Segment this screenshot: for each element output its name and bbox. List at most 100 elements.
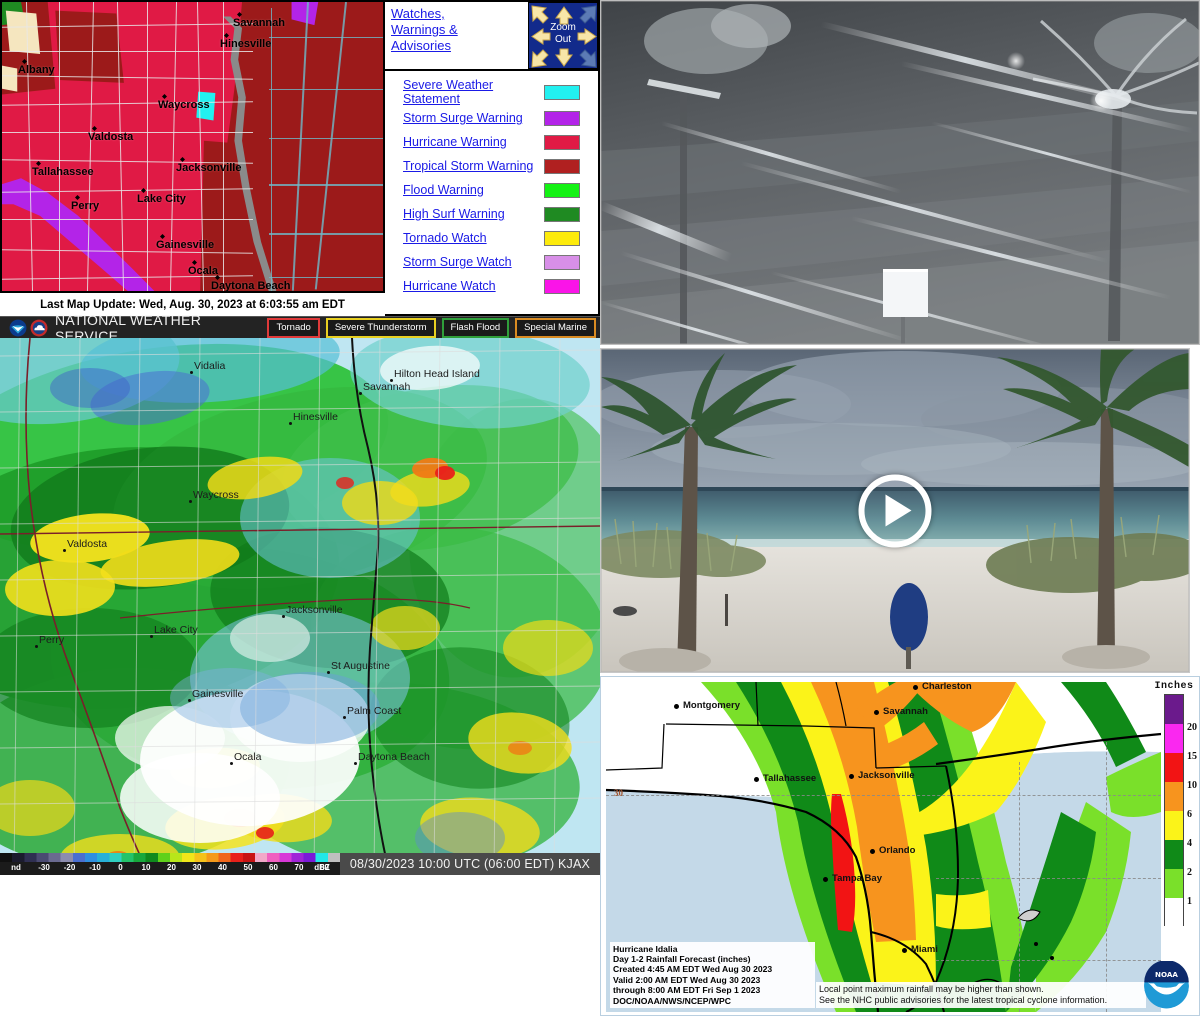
pan-south-arrow-icon — [555, 48, 573, 67]
alert-button-tornado[interactable]: Tornado — [267, 317, 320, 338]
city-label: Daytona Beach — [211, 280, 291, 292]
legend-row[interactable]: High Surf Warning — [385, 202, 598, 226]
pan-east-arrow-icon — [577, 28, 597, 45]
legend-header: Watches, Warnings & Advisories Zoom Out — [385, 2, 598, 71]
longitude-gridline — [1106, 742, 1107, 1012]
legend-item-link[interactable]: Tropical Storm Warning — [403, 159, 544, 173]
dbz-tick-label: -30 — [38, 863, 50, 872]
legend-color-swatch — [544, 254, 580, 270]
warnings-map-image[interactable]: Savannah Hinesville Albany Waycross Valdosta… — [0, 0, 385, 293]
legend-title-link[interactable]: Watches, Warnings & Advisories — [385, 2, 525, 54]
radar-reflectivity-image[interactable]: Vidalia Savannah Hilton Head Island Hinesvi… — [0, 338, 600, 875]
city-label: Waycross — [158, 99, 210, 111]
rain-caption-line: Hurricane Idalia — [613, 943, 678, 954]
legend-row[interactable]: Storm Surge Warning — [385, 106, 598, 130]
radar-panel[interactable]: Vidalia Savannah Hilton Head Island Hinesvi… — [0, 338, 600, 875]
rainfall-forecast-map[interactable]: 30 Montgomery Savannah Tallahassee Jacksonv… — [606, 682, 1161, 1012]
rain-legend-segment — [1165, 811, 1183, 840]
ir-storm-camera-panel[interactable] — [600, 0, 1200, 345]
radar-city-dot — [289, 422, 292, 425]
rain-city-dot — [823, 877, 828, 882]
city-label: Lake City — [137, 193, 186, 205]
alert-button-special-marine[interactable]: Special Marine — [515, 317, 596, 338]
city-label: Perry — [71, 200, 100, 212]
warnings-legend-panel: Watches, Warnings & Advisories Zoom Out — [385, 0, 600, 316]
legend-row[interactable]: Tropical Storm Warning — [385, 154, 598, 178]
legend-item-link[interactable]: Hurricane Warning — [403, 135, 544, 149]
alert-button-severe-thunderstorm[interactable]: Severe Thunderstorm — [325, 317, 436, 338]
map-zoom-pan-control[interactable]: Zoom Out — [528, 2, 598, 69]
city-label: Hinesville — [220, 38, 272, 50]
rainfall-forecast-panel[interactable]: 30 Montgomery Savannah Tallahassee Jacksonv… — [600, 676, 1200, 1016]
radar-city-label: Valdosta — [67, 538, 108, 550]
radar-city-dot — [190, 371, 193, 374]
legend-item-link[interactable]: Storm Surge Warning — [403, 111, 544, 125]
city-label: Gainesville — [156, 239, 215, 251]
video-play-button[interactable] — [858, 474, 932, 547]
ir-camera-image[interactable] — [601, 1, 1199, 344]
legend-color-swatch — [544, 230, 580, 246]
radar-footer: nd -30 -20 -10 0 10 20 30 40 50 60 70 80 dBZ 08/30/20… — [0, 853, 600, 875]
beach-webcam-panel[interactable] — [600, 348, 1190, 673]
legend-row[interactable]: Severe Weather Statement — [385, 78, 598, 106]
longitude-gridline — [1019, 762, 1020, 1012]
rain-city-label: Orlando — [879, 845, 916, 856]
legend-item-link[interactable]: Tornado Watch — [403, 231, 544, 245]
dbz-tick-label: -20 — [63, 863, 76, 872]
legend-color-swatch — [544, 206, 580, 222]
radar-city-dot — [343, 716, 346, 719]
city-label: Jacksonville — [176, 162, 242, 174]
legend-item-link[interactable]: Flood Warning — [403, 183, 544, 197]
dbz-tick-labels: nd -30 -20 -10 0 10 20 30 40 50 60 70 80 dBZ — [0, 862, 340, 875]
pan-southwest-arrow-icon — [531, 49, 549, 68]
radar-city-label: Ocala — [234, 751, 262, 763]
legend-color-swatch — [544, 110, 580, 126]
pan-northwest-arrow-icon — [531, 5, 549, 24]
legend-item-link[interactable]: Severe Weather Statement — [403, 78, 544, 106]
noaa-logo-icon: NOAA — [1144, 961, 1189, 1009]
radar-timestamp: 08/30/2023 10:00 UTC (06:00 EDT) KJAX — [349, 857, 591, 871]
alert-button-flash-flood[interactable]: Flash Flood — [441, 317, 510, 338]
legend-row[interactable]: Tornado Watch — [385, 226, 598, 250]
radar-city-dot — [188, 699, 191, 702]
legend-item-link[interactable]: Storm Surge Watch — [403, 255, 544, 269]
nws-logo-icon — [30, 319, 48, 336]
rain-city-dot — [902, 948, 907, 953]
legend-title-line3: Advisories — [391, 38, 451, 53]
rainfall-forecast-disclaimer: Local point maximum rainfall may be high… — [816, 982, 1146, 1008]
latitude-gridline — [936, 960, 1161, 961]
legend-color-swatch — [544, 182, 580, 198]
legend-color-swatch — [544, 278, 580, 294]
legend-row[interactable]: Flood Warning — [385, 178, 598, 202]
legend-color-swatch — [544, 158, 580, 174]
nws-logos — [0, 319, 48, 337]
rain-legend-tick: 20 — [1187, 722, 1197, 733]
legend-row[interactable]: Hurricane Warning — [385, 130, 598, 154]
city-label: Albany — [18, 64, 55, 76]
latitude-30-label: 30 — [614, 788, 623, 798]
pan-northeast-arrow-icon — [579, 5, 597, 24]
alert-type-buttons: Tornado Severe Thunderstorm Flash Flood Spe… — [267, 317, 600, 338]
rain-legend-tick: 15 — [1187, 751, 1197, 762]
rain-disclaimer-line: Local point maximum rainfall may be high… — [819, 984, 1044, 994]
dbz-gradient — [0, 853, 340, 862]
noaa-logo-icon — [9, 319, 27, 336]
pan-west-arrow-icon — [531, 28, 551, 45]
dbz-tick-label: 30 — [192, 863, 202, 872]
rain-legend-segment — [1165, 724, 1183, 753]
dbz-tick-label: 40 — [218, 863, 227, 872]
legend-item-link[interactable]: Hurricane Watch — [403, 279, 544, 293]
legend-title-line2: Warnings & — [391, 22, 458, 37]
legend-row[interactable]: Hurricane Watch — [385, 274, 598, 298]
nws-header-bar: NATIONAL WEATHER SERVICE Tornado Severe T… — [0, 312, 600, 344]
radar-city-label: Gainesville — [192, 688, 244, 700]
rain-city-label: Charleston — [922, 682, 972, 692]
legend-item-link[interactable]: High Surf Warning — [403, 207, 544, 221]
rain-legend-segment — [1165, 898, 1183, 927]
warnings-map-panel[interactable]: Savannah Hinesville Albany Waycross Valdosta… — [0, 0, 385, 315]
rain-city-dot — [849, 774, 854, 779]
zoom-arrows-svg[interactable] — [529, 3, 599, 70]
latitude-gridline — [606, 795, 1161, 796]
legend-row[interactable]: Storm Surge Watch — [385, 250, 598, 274]
radar-city-dot — [230, 762, 233, 765]
